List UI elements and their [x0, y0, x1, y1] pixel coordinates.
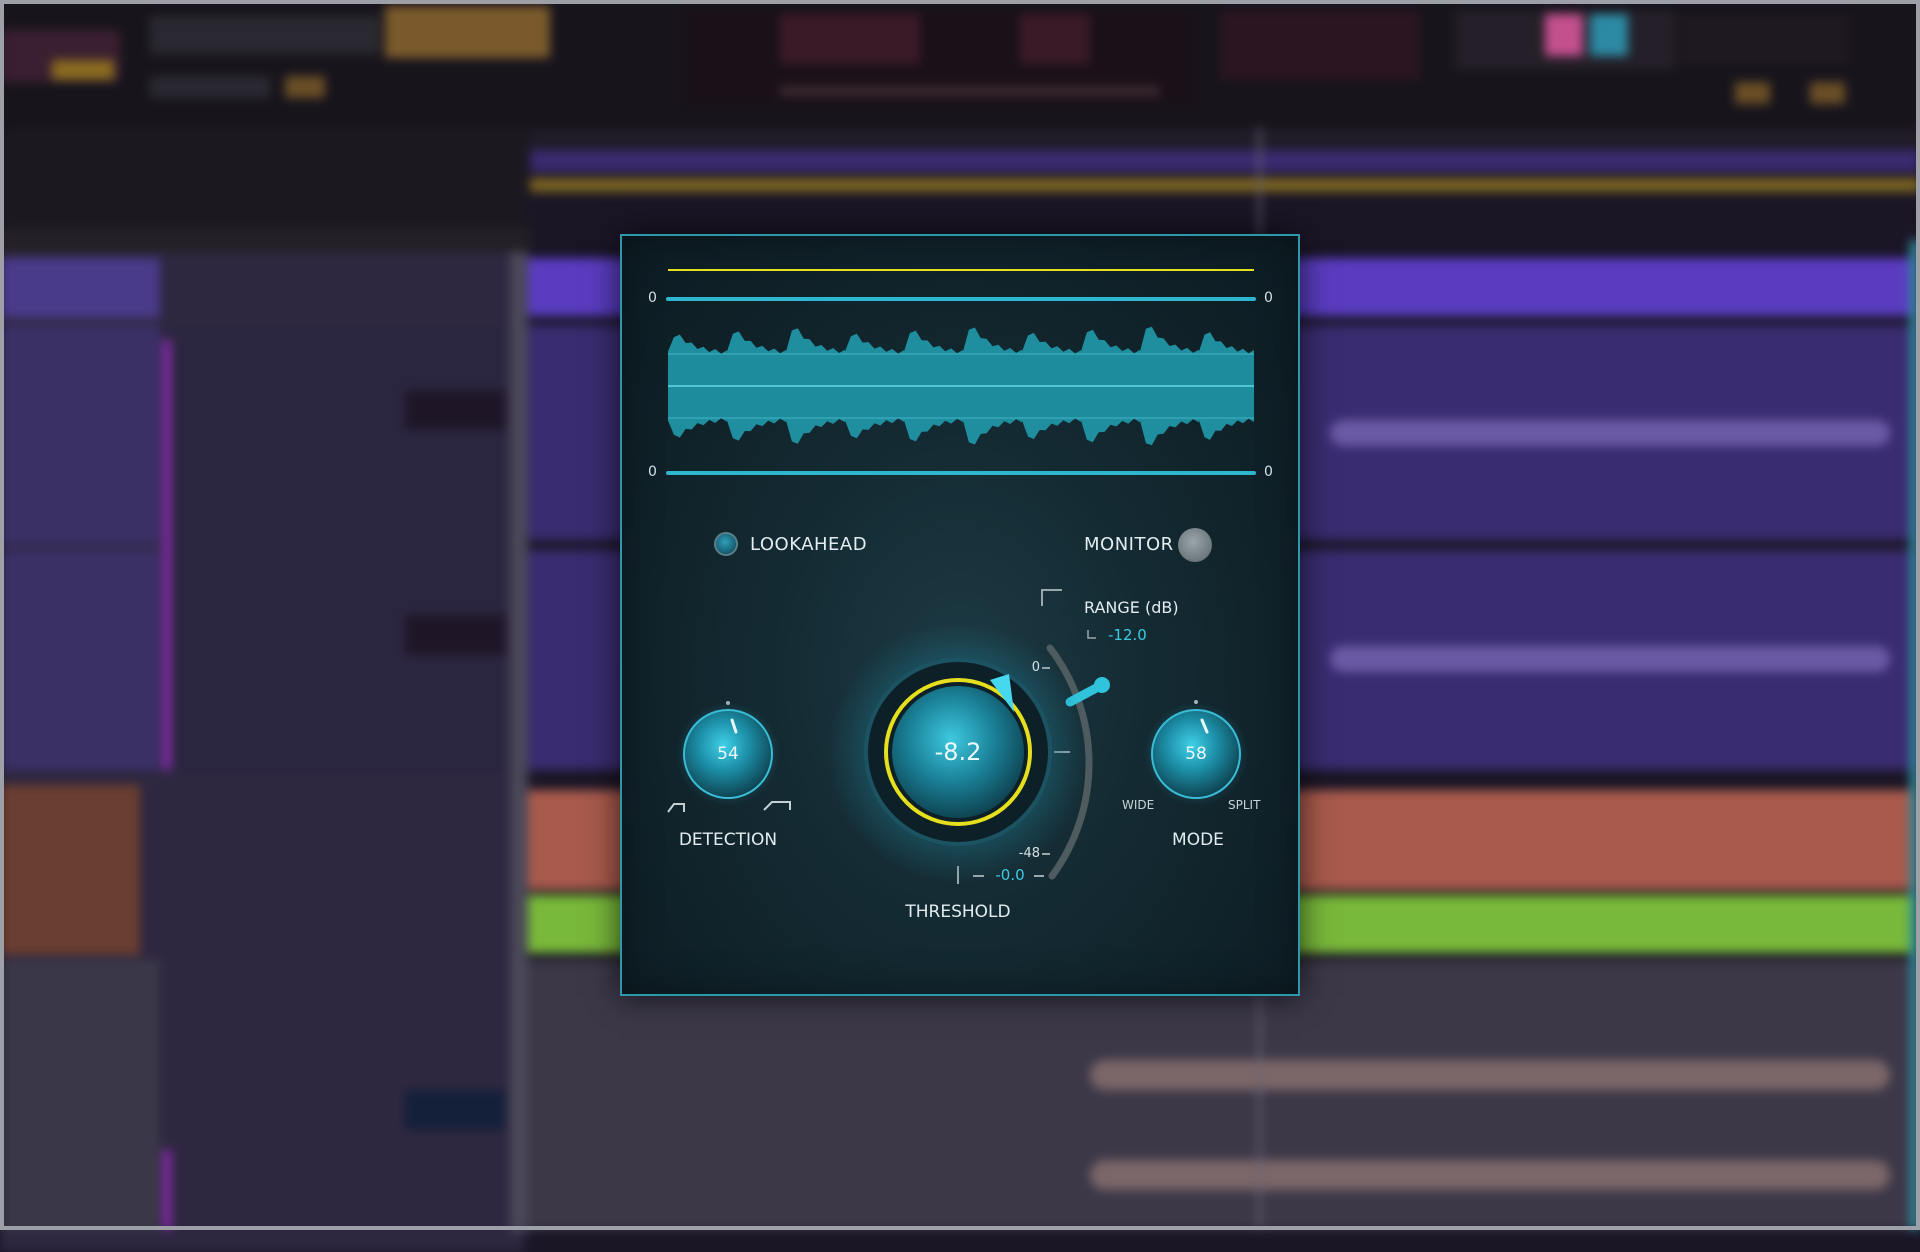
- counter-secondary-display: [1220, 10, 1420, 80]
- range-label: RANGE (dB): [1084, 598, 1179, 617]
- mode-wide-label: WIDE: [1122, 798, 1155, 812]
- track-color-strip-2: [163, 1150, 171, 1230]
- monitor-label: MONITOR: [1084, 534, 1174, 555]
- lookahead-toggle[interactable]: [714, 532, 738, 556]
- detection-knob-center-dot: [726, 701, 730, 705]
- inspector-header: [0, 128, 530, 228]
- range-value-tick: [1087, 630, 1096, 639]
- track-header-4[interactable]: [0, 960, 160, 1230]
- detection-slow-icon: [667, 803, 685, 813]
- detection-value[interactable]: 54: [688, 744, 768, 764]
- track-meter-2: [405, 615, 505, 655]
- detection-fast-icon: [763, 801, 791, 811]
- waveform-upper: [668, 326, 1254, 354]
- toolbar-tool-group[interactable]: [385, 6, 550, 58]
- detection-label: DETECTION: [678, 830, 778, 850]
- threshold-label: THRESHOLD: [905, 902, 1011, 922]
- meter-bottom-left-label: 0: [648, 464, 657, 480]
- toolbar-pink-button[interactable]: [1545, 14, 1583, 56]
- lane-4-waveform: [1090, 1060, 1890, 1090]
- toolbar-button-group[interactable]: [150, 16, 380, 54]
- threshold-readout: -0.0: [995, 866, 1025, 884]
- mode-value[interactable]: 58: [1156, 744, 1236, 764]
- waveform-lower: [668, 418, 1254, 446]
- loop-range-bar[interactable]: [530, 178, 1920, 192]
- range-value[interactable]: -12.0: [1108, 626, 1147, 644]
- track-meter-3: [405, 1090, 505, 1130]
- vertical-scrollbar[interactable]: [1910, 240, 1920, 1230]
- monitor-button[interactable]: [1178, 528, 1212, 562]
- lane-2-waveform: [1330, 646, 1890, 672]
- meter-top-right-label: 0: [1264, 290, 1273, 306]
- toolbar-highlight-button[interactable]: [52, 60, 114, 80]
- track-header-1[interactable]: [0, 325, 160, 545]
- meter-bottom-right-label: 0: [1264, 464, 1273, 480]
- toolbar-blue-button[interactable]: [1590, 14, 1628, 56]
- toolbar-small-buttons[interactable]: [150, 76, 270, 98]
- toolbar-right-toggle-2[interactable]: [1810, 82, 1845, 104]
- waveform-display: [668, 326, 1254, 446]
- track-header-2[interactable]: [0, 550, 160, 770]
- track-meter-1: [405, 390, 505, 430]
- track-header-folder[interactable]: [0, 258, 160, 318]
- meter-top-left-label: 0: [648, 290, 657, 306]
- counter-digits-secondary: [1020, 14, 1090, 64]
- timeline-ruler[interactable]: [530, 128, 1920, 150]
- track-splitter[interactable]: [510, 252, 528, 1232]
- gate-plugin-window[interactable]: 0 0 0 0 LOOKAHEAD MONITOR RANGE (dB) -12…: [620, 234, 1300, 996]
- marker-track: [530, 150, 1920, 172]
- lookahead-label: LOOKAHEAD: [750, 534, 868, 555]
- range-handle-knob[interactable]: [1094, 677, 1110, 693]
- counter-slider[interactable]: [780, 86, 1160, 96]
- toolbar-status-area: [1680, 12, 1850, 67]
- counter-digits: [780, 14, 920, 64]
- lane-4-waveform-b: [1090, 1160, 1890, 1190]
- threshold-value[interactable]: -8.2: [898, 738, 1018, 766]
- track-color-strip: [163, 340, 171, 770]
- mode-label: MODE: [1172, 830, 1224, 850]
- plugin-graphics: [666, 269, 1256, 884]
- mode-split-label: SPLIT: [1228, 798, 1261, 812]
- mode-knob-center-dot: [1194, 700, 1198, 704]
- toolbar-small-toggle[interactable]: [285, 76, 325, 98]
- threshold-scale-top-label: 0: [1031, 660, 1040, 675]
- lane-1-waveform: [1330, 420, 1890, 446]
- track-list-toolbar: [0, 228, 530, 252]
- track-header-3[interactable]: [0, 785, 140, 955]
- range-bracket: [1041, 589, 1062, 606]
- toolbar-right-toggle[interactable]: [1735, 82, 1770, 104]
- threshold-scale-bottom-label: -48: [1018, 846, 1040, 861]
